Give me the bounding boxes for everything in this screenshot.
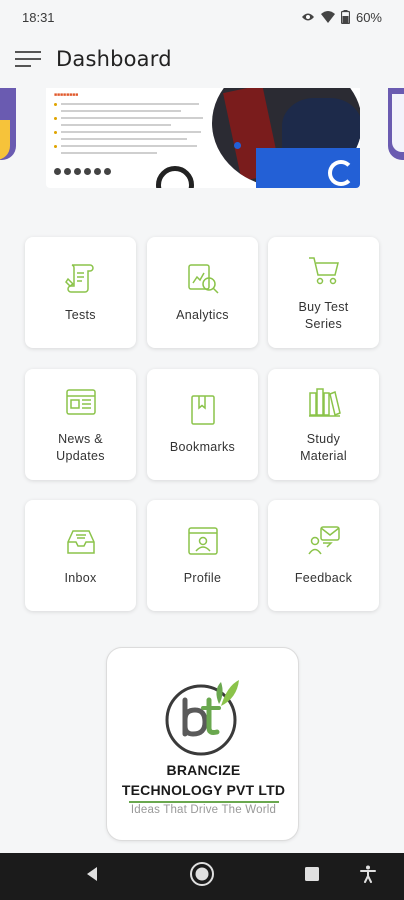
banner-c-logo	[328, 160, 354, 186]
status-time: 18:31	[22, 9, 55, 25]
recents-button[interactable]	[294, 853, 330, 900]
tile-study-material[interactable]: Study Material	[268, 369, 379, 480]
eye-icon	[301, 12, 315, 22]
brancize-logo-icon	[163, 676, 245, 758]
page-title: Dashboard	[56, 47, 172, 71]
home-button[interactable]	[184, 853, 220, 900]
company-name-line1: BRANCIZE	[166, 762, 241, 778]
tile-analytics[interactable]: Analytics	[147, 237, 258, 348]
books-icon	[307, 385, 341, 419]
status-bar: 18:31 60%	[0, 0, 404, 34]
feedback-icon	[307, 524, 341, 558]
company-name-line2: TECHNOLOGY PVT LTD	[121, 782, 286, 798]
tile-profile[interactable]: Profile	[147, 500, 258, 611]
tile-label: Feedback	[294, 571, 353, 585]
banner-slide[interactable]: ■■■■■■■■	[46, 88, 360, 188]
tile-label: Bookmarks	[169, 440, 236, 454]
analytics-search-icon	[186, 261, 220, 295]
tile-label: Profile	[183, 571, 222, 585]
hamburger-menu-icon	[15, 50, 41, 68]
banner-next-slide[interactable]	[388, 88, 404, 160]
tile-label: News & Updates	[56, 431, 105, 463]
tile-inbox[interactable]: Inbox	[25, 500, 136, 611]
newspaper-icon	[64, 385, 98, 419]
system-nav-bar	[0, 853, 404, 900]
battery-percent: 60%	[355, 9, 382, 25]
company-tagline: Ideas That Drive The World	[130, 804, 277, 816]
banner-text-graphic	[54, 102, 204, 158]
wifi-icon	[320, 11, 335, 23]
company-underline	[129, 801, 279, 803]
company-logo-card: BRANCIZE TECHNOLOGY PVT LTD Ideas That D…	[106, 647, 299, 841]
tile-label: Study Material	[300, 431, 347, 463]
inbox-icon	[64, 524, 98, 558]
tile-news-updates[interactable]: News & Updates	[25, 369, 136, 480]
banner-dot	[234, 142, 241, 149]
banner-ring-graphic	[156, 166, 194, 188]
app-bar: Dashboard	[0, 34, 404, 84]
accessibility-button[interactable]	[350, 853, 386, 900]
tile-tests[interactable]: Tests	[25, 237, 136, 348]
recents-icon	[305, 867, 319, 886]
test-scroll-icon	[64, 261, 98, 295]
status-icons: 60%	[301, 10, 382, 25]
battery-icon	[340, 10, 350, 24]
banner-carousel[interactable]: ■■■■■■■■	[0, 88, 404, 188]
accessibility-icon	[360, 865, 376, 888]
home-icon	[189, 861, 215, 892]
banner-previous-slide[interactable]	[0, 88, 16, 160]
back-icon	[85, 866, 99, 887]
tile-label: Buy Test Series	[298, 299, 349, 331]
banner-social-icons	[54, 168, 111, 175]
bookmark-icon	[186, 393, 220, 427]
tile-feedback[interactable]: Feedback	[268, 500, 379, 611]
tile-label: Analytics	[176, 308, 229, 322]
shopping-cart-icon	[307, 253, 341, 287]
menu-button[interactable]	[0, 34, 56, 84]
tile-buy-test-series[interactable]: Buy Test Series	[268, 237, 379, 348]
banner-heading-graphic: ■■■■■■■■	[54, 92, 79, 98]
tile-bookmarks[interactable]: Bookmarks	[147, 369, 258, 480]
tile-label: Tests	[65, 308, 96, 322]
tile-label: Inbox	[64, 571, 97, 585]
profile-icon	[186, 524, 220, 558]
back-button[interactable]	[74, 853, 110, 900]
